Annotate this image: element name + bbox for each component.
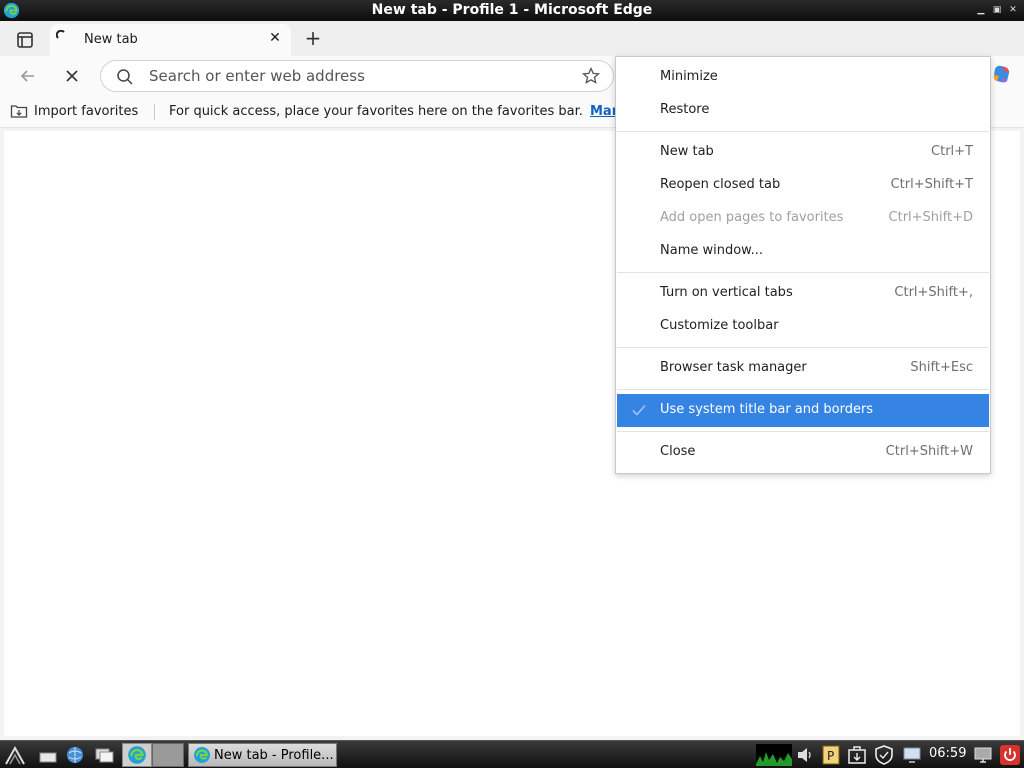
- package-updates-icon[interactable]: [846, 744, 868, 766]
- new-tab-button[interactable]: +: [301, 27, 325, 51]
- menu-item-new-tab[interactable]: New tab Ctrl+T: [617, 136, 989, 169]
- menu-item-shortcut: Ctrl+Shift+T: [890, 177, 973, 192]
- menu-item-shortcut: Ctrl+T: [931, 144, 973, 159]
- manage-favorites-link[interactable]: Manage favorites now: [590, 104, 616, 119]
- menu-item-label: Browser task manager: [660, 360, 807, 375]
- checkmark-icon: [632, 404, 646, 416]
- clock: 06:59: [929, 746, 967, 761]
- start-menu-icon[interactable]: [4, 744, 26, 766]
- menu-item-label: Close: [660, 444, 696, 459]
- menu-item-minimize[interactable]: Minimize: [617, 61, 989, 94]
- taskbar-task-edge[interactable]: New tab - Profile...: [188, 743, 337, 767]
- menu-item-label: Reopen closed tab: [660, 177, 781, 192]
- favorite-star-icon[interactable]: [581, 66, 601, 86]
- menu-divider: [617, 389, 989, 390]
- cpu-monitor-icon: [756, 744, 792, 766]
- browser-window: New tab ✕ + Search or enter web address …: [0, 21, 1024, 740]
- menu-divider: [617, 431, 989, 432]
- loading-spinner-icon: [56, 30, 65, 39]
- menu-item-shortcut: Ctrl+Shift+,: [894, 285, 973, 300]
- taskbar: New tab - Profile... P 06:59: [0, 740, 1024, 768]
- menu-item-shortcut: Shift+Esc: [910, 360, 973, 375]
- menu-item-label: Minimize: [660, 69, 718, 84]
- menu-item-add-open-pages-to-favorites: Add open pages to favorites Ctrl+Shift+D: [617, 202, 989, 235]
- security-shield-icon[interactable]: [873, 744, 895, 766]
- file-manager-icon[interactable]: [93, 744, 115, 766]
- tab-label: New tab: [84, 32, 138, 47]
- tab-actions-icon[interactable]: [10, 29, 38, 51]
- menu-item-close[interactable]: Close Ctrl+Shift+W: [617, 436, 989, 469]
- clipboard-manager-icon[interactable]: P: [820, 744, 842, 766]
- minimize-window-icon[interactable]: ▁: [974, 3, 988, 17]
- svg-text:P: P: [827, 749, 834, 763]
- maximize-window-icon[interactable]: ▣: [990, 3, 1004, 17]
- volume-icon[interactable]: [794, 744, 816, 766]
- menu-item-customize-toolbar[interactable]: Customize toolbar: [617, 310, 989, 343]
- address-bar[interactable]: [100, 60, 614, 92]
- menu-item-label: Customize toolbar: [660, 318, 779, 333]
- edge-logo-icon: [128, 746, 146, 764]
- menu-item-label: Use system title bar and borders: [660, 402, 874, 417]
- menu-item-browser-task-manager[interactable]: Browser task manager Shift+Esc: [617, 352, 989, 385]
- back-button[interactable]: [14, 62, 42, 90]
- edge-launcher-button[interactable]: [122, 743, 152, 767]
- menu-item-vertical-tabs[interactable]: Turn on vertical tabs Ctrl+Shift+,: [617, 277, 989, 310]
- stop-icon: [66, 70, 78, 82]
- tab-new-tab[interactable]: New tab ✕: [50, 24, 291, 57]
- copilot-icon[interactable]: [990, 62, 1014, 86]
- window-context-menu: Minimize Restore New tab Ctrl+T Reopen c…: [615, 56, 991, 474]
- menu-item-label: Turn on vertical tabs: [660, 285, 793, 300]
- back-arrow-icon: [20, 70, 34, 82]
- import-folder-icon: [10, 105, 28, 118]
- menu-item-shortcut: Ctrl+Shift+D: [888, 210, 973, 225]
- power-icon[interactable]: [999, 744, 1021, 766]
- title-bar: New tab - Profile 1 - Microsoft Edge ▁ ▣…: [0, 0, 1024, 21]
- close-window-icon[interactable]: ✕: [1006, 3, 1020, 17]
- menu-item-system-title-bar[interactable]: Use system title bar and borders: [617, 394, 989, 427]
- import-favorites-label: Import favorites: [34, 103, 139, 119]
- edge-logo-icon: [194, 747, 210, 763]
- network-icon[interactable]: [901, 744, 923, 766]
- close-tab-icon[interactable]: ✕: [267, 30, 283, 46]
- menu-item-label: New tab: [660, 144, 714, 159]
- menu-item-restore[interactable]: Restore: [617, 94, 989, 127]
- menu-divider: [617, 272, 989, 273]
- taskbar-task-label: New tab - Profile...: [214, 748, 334, 763]
- search-icon: [117, 69, 133, 85]
- menu-divider: [617, 347, 989, 348]
- address-input[interactable]: [149, 65, 569, 87]
- import-favorites-button[interactable]: Import favorites: [10, 103, 138, 119]
- menu-item-label: Restore: [660, 102, 710, 117]
- stop-loading-button[interactable]: [58, 62, 86, 90]
- display-icon[interactable]: [972, 744, 994, 766]
- menu-divider: [617, 131, 989, 132]
- workspace-switcher[interactable]: [152, 743, 184, 767]
- tab-strip: New tab ✕ +: [0, 21, 1024, 57]
- menu-item-shortcut: Ctrl+Shift+W: [885, 444, 973, 459]
- menu-item-name-window[interactable]: Name window...: [617, 235, 989, 268]
- favorites-divider: [154, 104, 155, 120]
- menu-item-reopen-closed-tab[interactable]: Reopen closed tab Ctrl+Shift+T: [617, 169, 989, 202]
- menu-item-label: Name window...: [660, 243, 764, 258]
- web-browser-icon[interactable]: [64, 744, 86, 766]
- show-desktop-icon[interactable]: [37, 744, 59, 766]
- window-title: New tab - Profile 1 - Microsoft Edge: [371, 2, 653, 18]
- menu-item-label: Add open pages to favorites: [660, 210, 844, 225]
- favorites-hint: For quick access, place your favorites h…: [169, 104, 583, 119]
